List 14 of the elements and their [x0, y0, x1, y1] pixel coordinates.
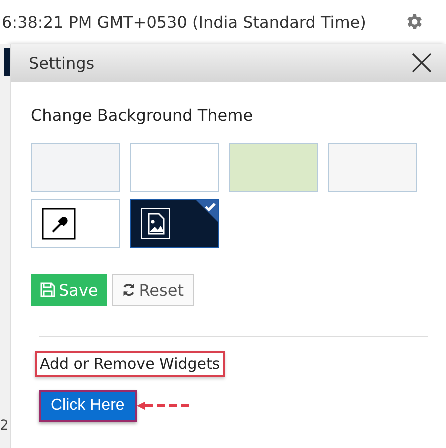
theme-swatch[interactable]: [130, 199, 219, 248]
time-text: 6:38:21 PM GMT+0530 (India Standard Time): [2, 12, 366, 32]
image-file-icon[interactable]: [141, 208, 171, 240]
selected-check-icon: [196, 200, 218, 222]
dialog-title: Settings: [29, 54, 95, 72]
widgets-label: Add or Remove Widgets: [35, 351, 226, 377]
background-text: 2: [0, 418, 9, 434]
eyedropper-icon[interactable]: [42, 208, 76, 240]
close-icon[interactable]: [412, 53, 432, 73]
background-panel-edge: [4, 48, 10, 76]
reset-button[interactable]: Reset: [112, 274, 194, 306]
section-title: Change Background Theme: [31, 106, 254, 125]
refresh-icon: [122, 283, 136, 297]
click-here-button[interactable]: Click Here: [39, 390, 137, 422]
